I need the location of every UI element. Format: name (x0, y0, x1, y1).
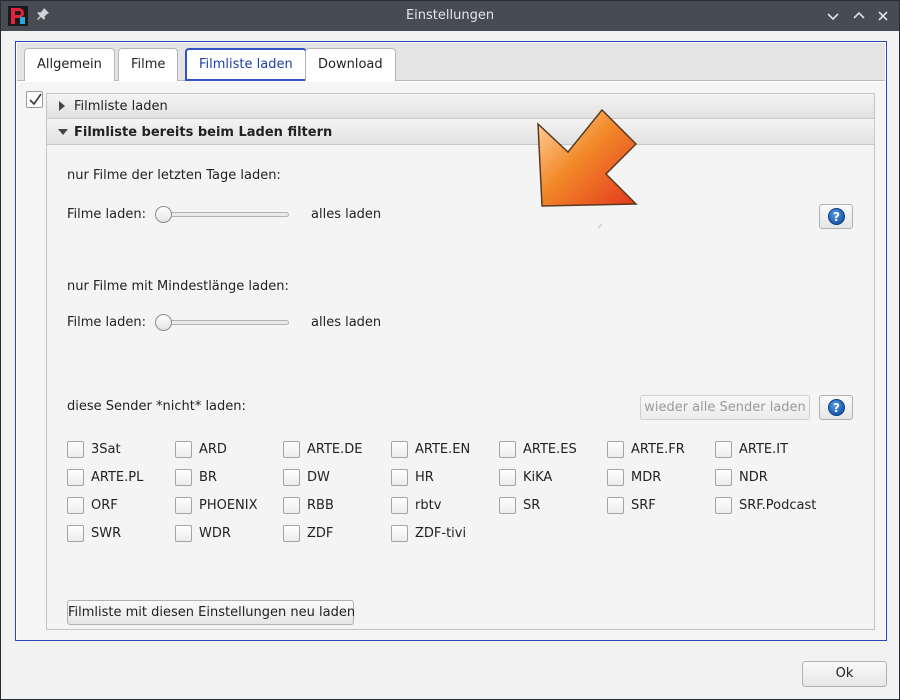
length-filter-heading: nur Filme mit Mindestlänge laden: (67, 279, 289, 294)
sender-label: 3Sat (91, 442, 121, 457)
senders-help-button[interactable]: ? (819, 395, 853, 420)
checkbox-box[interactable] (283, 441, 300, 458)
sender-label: SR (523, 498, 541, 513)
sender-label: RBB (307, 498, 334, 513)
checkbox-box[interactable] (175, 497, 192, 514)
checkbox-box[interactable] (67, 525, 84, 542)
help-icon: ? (828, 399, 845, 416)
reset-senders-button[interactable]: wieder alle Sender laden (640, 395, 810, 420)
settings-window: Einstellungen Allgemein Filme Filmliste … (0, 0, 900, 700)
sender-label: ZDF (307, 526, 334, 541)
tab-filmliste-laden[interactable]: Filmliste laden (185, 48, 307, 81)
orange-arrow-icon (536, 106, 646, 246)
slider-thumb[interactable] (155, 206, 172, 223)
checkbox-box[interactable] (391, 525, 408, 542)
sender-label: KiKA (523, 470, 553, 485)
sender-label: BR (199, 470, 217, 485)
triangle-down-icon (57, 126, 68, 138)
sender-label: ARTE.FR (631, 442, 685, 457)
sender-label: SWR (91, 526, 122, 541)
length-slider-value: alles laden (311, 315, 382, 330)
sender-label: SRF (631, 498, 656, 513)
checkbox-box[interactable] (607, 497, 624, 514)
sender-label: PHOENIX (199, 498, 258, 513)
enable-filter-checkbox[interactable] (26, 91, 43, 108)
section-label: Filmliste bereits beim Laden filtern (74, 125, 333, 140)
triangle-right-icon (57, 100, 67, 112)
sender-label: NDR (739, 470, 768, 485)
checkbox-box[interactable] (391, 497, 408, 514)
ok-button[interactable]: Ok (802, 661, 887, 687)
section-filter-beim-laden[interactable]: Filmliste bereits beim Laden filtern (47, 120, 874, 145)
checkbox-box[interactable] (607, 469, 624, 486)
checkbox-box[interactable] (499, 497, 516, 514)
sender-label: ARTE.ES (523, 442, 577, 457)
sender-label: ARD (199, 442, 227, 457)
section-label: Filmliste laden (74, 99, 168, 114)
sender-label: ORF (91, 498, 118, 513)
checkbox-box[interactable] (499, 469, 516, 486)
sender-label: SRF.Podcast (739, 498, 817, 513)
sender-label: ARTE.PL (91, 470, 144, 485)
checkbox-box[interactable] (391, 441, 408, 458)
checkbox-box[interactable] (67, 497, 84, 514)
days-slider-label: Filme laden: (67, 207, 146, 222)
days-slider-value: alles laden (311, 207, 382, 222)
title-bar[interactable]: Einstellungen (1, 1, 899, 31)
chevron-up-icon[interactable] (850, 7, 868, 25)
help-icon: ? (828, 208, 845, 225)
sender-label: HR (415, 470, 434, 485)
slider-track (157, 320, 289, 325)
reload-filmlist-button[interactable]: Filmliste mit diesen Einstellungen neu l… (67, 600, 355, 625)
days-filter-heading: nur Filme der letzten Tage laden: (67, 168, 281, 183)
checkbox-box[interactable] (175, 525, 192, 542)
tab-content: Filmliste laden Filmliste bereits beim L… (17, 82, 885, 640)
sender-label: rbtv (415, 498, 442, 513)
sender-label: ZDF-tivi (415, 526, 467, 541)
checkbox-box[interactable] (67, 469, 84, 486)
slider-thumb[interactable] (155, 314, 172, 331)
checkbox-box[interactable] (175, 469, 192, 486)
days-slider[interactable] (155, 205, 290, 225)
tab-filme[interactable]: Filme (118, 48, 179, 81)
checkbox-box[interactable] (283, 469, 300, 486)
filter-panel: Filmliste laden Filmliste bereits beim L… (46, 93, 875, 630)
senders-heading: diese Sender *nicht* laden: (67, 399, 246, 414)
settings-frame: Allgemein Filme Filmliste laden Download… (15, 41, 887, 641)
sender-label: ARTE.DE (307, 442, 363, 457)
sender-label: ARTE.EN (415, 442, 471, 457)
checkbox-box[interactable] (715, 497, 732, 514)
close-icon[interactable] (874, 7, 892, 25)
window-title: Einstellungen (405, 8, 495, 23)
checkbox-box[interactable] (283, 525, 300, 542)
sender-label: ARTE.IT (739, 442, 789, 457)
checkbox-box[interactable] (283, 497, 300, 514)
checkbox-box[interactable] (391, 469, 408, 486)
sender-label: MDR (631, 470, 662, 485)
days-help-button[interactable]: ? (819, 204, 853, 229)
section-filmliste-laden[interactable]: Filmliste laden (47, 94, 874, 119)
checkbox-box[interactable] (715, 469, 732, 486)
checkbox-box[interactable] (175, 441, 192, 458)
length-slider-label: Filme laden: (67, 315, 146, 330)
checkbox-box[interactable] (715, 441, 732, 458)
checkbox-box[interactable] (607, 441, 624, 458)
sender-label: WDR (199, 526, 231, 541)
chevron-down-icon[interactable] (824, 7, 842, 25)
checkbox-box[interactable] (499, 441, 516, 458)
tab-bar: Allgemein Filme Filmliste laden Download (17, 43, 885, 81)
slider-track (157, 212, 289, 217)
tab-allgemein[interactable]: Allgemein (24, 48, 115, 81)
length-slider[interactable] (155, 313, 290, 333)
tab-download[interactable]: Download (305, 48, 396, 81)
checkbox-box[interactable] (67, 441, 84, 458)
sender-label: DW (307, 470, 330, 485)
